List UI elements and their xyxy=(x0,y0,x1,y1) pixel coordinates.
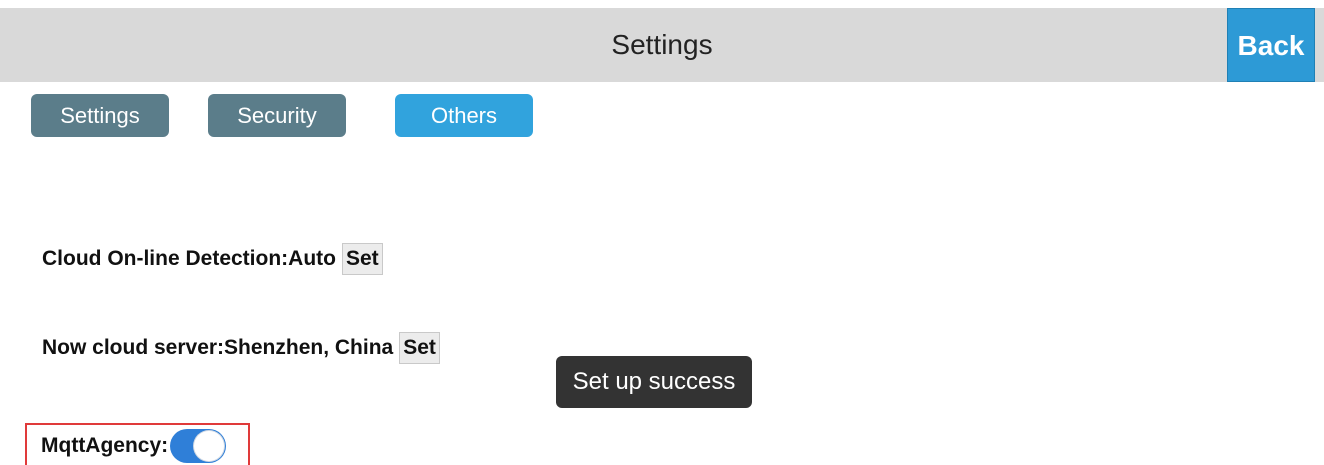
cloud-server-label: Now cloud server:Shenzhen, China xyxy=(42,336,394,359)
mqtt-agency-row: MqttAgency: xyxy=(41,427,227,465)
cloud-detection-label: Cloud On-line Detection:Auto xyxy=(42,247,336,270)
page-title: Settings xyxy=(611,29,713,60)
tab-security[interactable]: Security xyxy=(208,94,346,137)
toast-message: Set up success xyxy=(556,356,752,408)
cloud-detection-row: Cloud On-line Detection:Auto Set xyxy=(42,242,383,276)
cloud-server-row: Now cloud server:Shenzhen, China Set xyxy=(42,331,440,365)
cloud-server-set-button[interactable]: Set xyxy=(399,332,440,364)
header-bar: Settings Back xyxy=(0,8,1324,82)
tab-others[interactable]: Others xyxy=(395,94,533,137)
mqtt-agency-toggle[interactable] xyxy=(170,429,227,463)
toggle-knob xyxy=(194,431,225,461)
settings-page: Settings Back Settings Security Others C… xyxy=(0,0,1324,465)
back-button[interactable]: Back xyxy=(1227,8,1315,82)
tab-settings[interactable]: Settings xyxy=(31,94,169,137)
mqtt-agency-label: MqttAgency: xyxy=(41,434,169,457)
cloud-detection-set-button[interactable]: Set xyxy=(341,243,383,275)
